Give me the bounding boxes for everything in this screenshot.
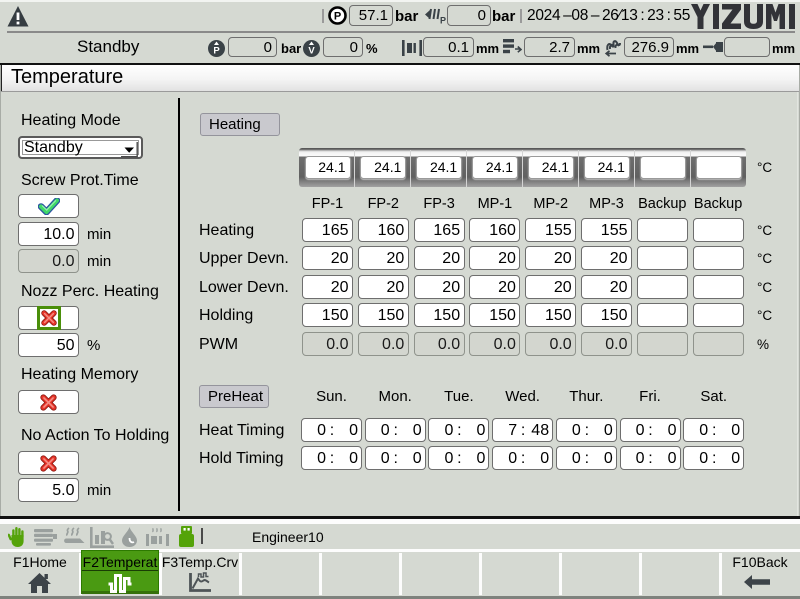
svg-text:P: P xyxy=(213,46,220,57)
svg-text:P: P xyxy=(334,11,341,23)
svg-text:V: V xyxy=(308,46,315,57)
svg-text:P: P xyxy=(440,16,446,25)
